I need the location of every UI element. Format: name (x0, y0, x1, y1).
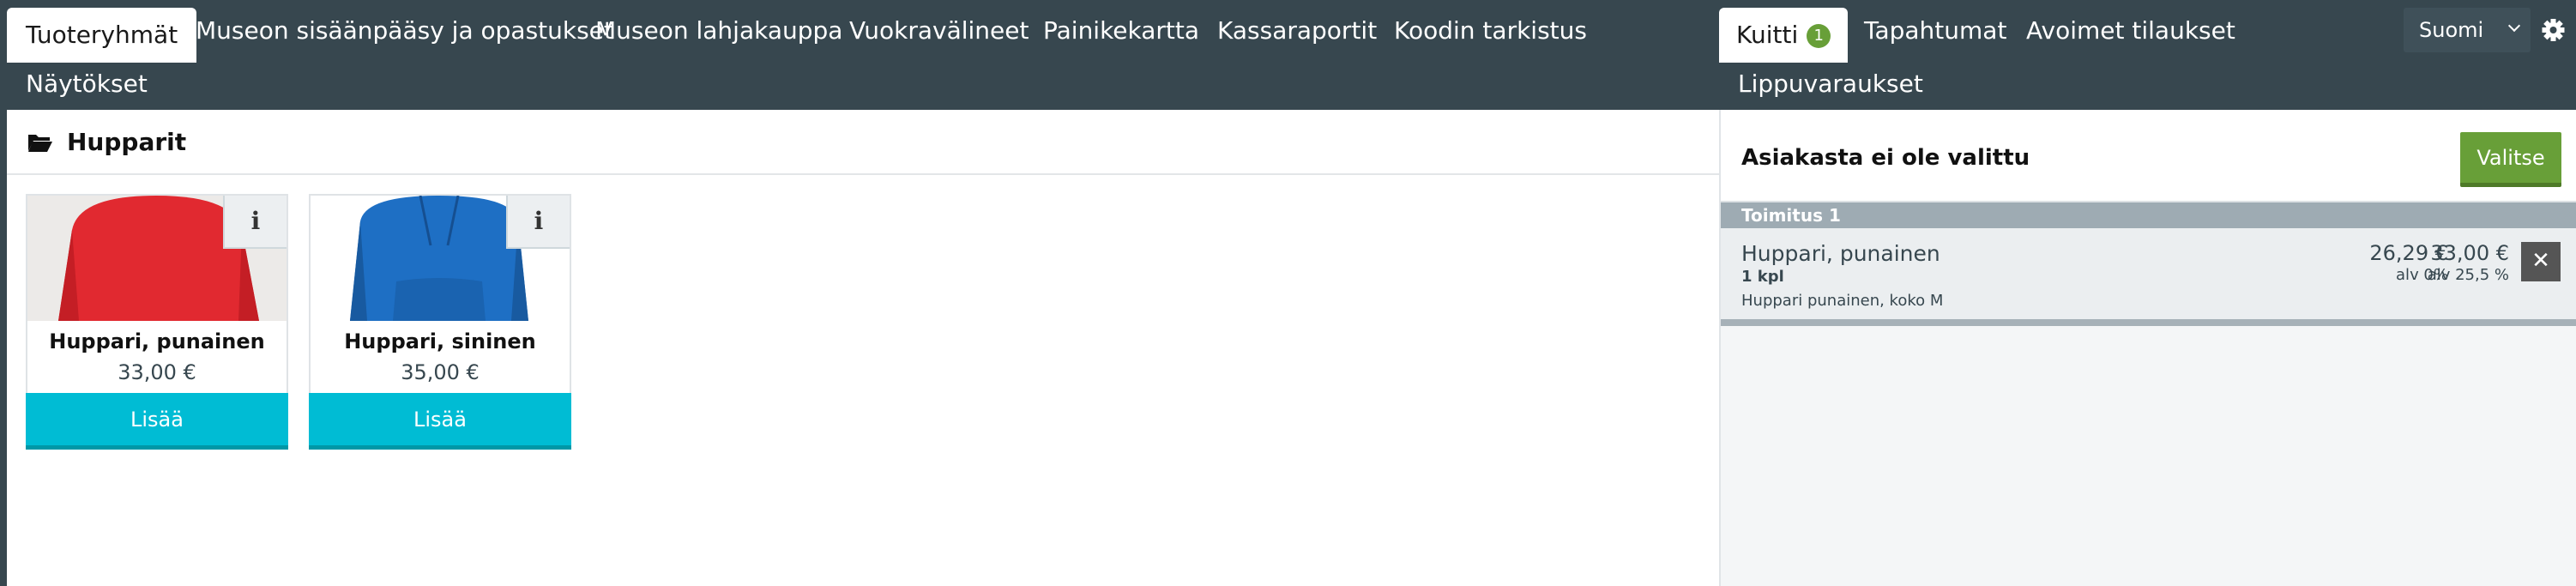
gear-icon (2542, 19, 2565, 41)
product-price: 35,00 € (401, 360, 480, 384)
line-item-note: Huppari punainen, koko M (1741, 292, 1944, 310)
category-tab-bar: Tuoteryhmät Museon sisäänpääsy ja opastu… (0, 0, 1719, 110)
tab-avoimet-tilaukset[interactable]: Avoimet tilaukset (2026, 3, 2235, 58)
product-name: Huppari, sininen (344, 329, 536, 353)
tab-museon-sisaanpaasy[interactable]: Museon sisäänpääsy ja opastukset (196, 3, 613, 58)
receipt-panel: Asiakasta ei ole valittu Valitse Toimitu… (1719, 110, 2576, 586)
chevron-down-icon (2507, 19, 2521, 33)
line-item-gross-vat: alv 25,5 % (2427, 266, 2509, 284)
settings-button[interactable] (2531, 8, 2576, 52)
tab-kuitti-label: Kuitti (1736, 21, 1799, 49)
product-price: 33,00 € (118, 360, 196, 384)
tab-painikekartta[interactable]: Painikekartta (1043, 3, 1199, 58)
tab-kassaraportit[interactable]: Kassaraportit (1217, 3, 1377, 58)
line-item-name: Huppari, punainen (1741, 241, 1940, 266)
shipment-label: Toimitus 1 (1741, 205, 1841, 226)
folder-open-icon (28, 135, 52, 152)
shipment-header: Toimitus 1 (1721, 202, 2576, 228)
line-item-gross-amount: 33,00 € (2430, 241, 2509, 265)
product-card[interactable]: i Huppari, sininen 35,00 € Lisää (309, 194, 571, 450)
language-select[interactable]: Suomi (2404, 8, 2531, 52)
tab-vuokravalineet[interactable]: Vuokravälineet (849, 3, 1029, 58)
tab-museon-lahjakauppa[interactable]: Museon lahjakauppa (595, 3, 842, 58)
category-title: Hupparit (67, 128, 187, 156)
breadcrumb: Hupparit (7, 110, 1719, 175)
add-to-receipt-button[interactable]: Lisää (309, 393, 571, 450)
remove-line-button[interactable]: ✕ (2521, 242, 2561, 281)
product-card[interactable]: i Huppari, punainen 33,00 € Lisää (26, 194, 288, 450)
product-name: Huppari, punainen (49, 329, 265, 353)
product-info-button[interactable]: i (223, 196, 287, 249)
tab-lippuvaraukset[interactable]: Lippuvaraukset (1738, 57, 1923, 112)
receipt-count-badge: 1 (1807, 24, 1831, 48)
product-area: Hupparit i Huppari, punainen 33,00 € Lis… (0, 110, 1719, 586)
receipt-line-item[interactable]: Huppari, punainen 1 kpl Huppari punainen… (1721, 228, 2576, 326)
customer-bar: Asiakasta ei ole valittu Valitse (1721, 110, 2576, 202)
line-item-quantity: 1 kpl (1741, 268, 1784, 286)
tab-koodin-tarkistus[interactable]: Koodin tarkistus (1394, 3, 1587, 58)
tab-tuoteryhmat[interactable]: Tuoteryhmät (7, 8, 197, 63)
product-info-button[interactable]: i (506, 196, 570, 249)
close-icon: ✕ (2531, 248, 2550, 274)
customer-status: Asiakasta ei ole valittu (1741, 145, 2030, 171)
language-label: Suomi (2419, 18, 2484, 42)
select-customer-button[interactable]: Valitse (2460, 132, 2561, 187)
tab-kuitti[interactable]: Kuitti 1 (1719, 8, 1849, 63)
add-to-receipt-button[interactable]: Lisää (26, 393, 288, 450)
tab-naytokset[interactable]: Näytökset (26, 57, 148, 112)
tab-tapahtumat[interactable]: Tapahtumat (1864, 3, 2006, 58)
